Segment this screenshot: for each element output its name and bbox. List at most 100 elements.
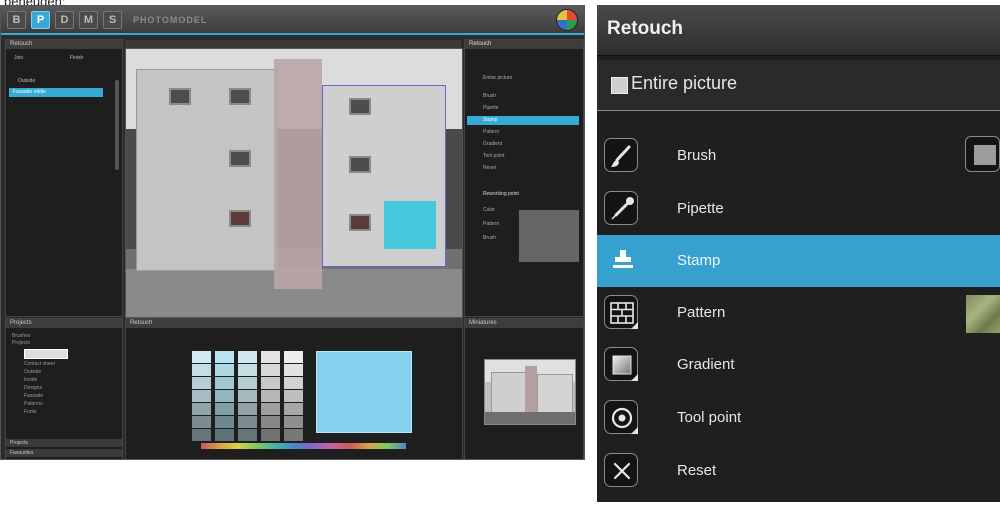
project-item[interactable]: Inside [24,377,37,383]
pattern-preview-thumbnail[interactable] [966,295,1000,333]
app-tool-pattern[interactable]: Pattern [467,128,579,137]
option-join[interactable]: Join [14,55,23,61]
mode-button-s[interactable]: S [103,11,122,29]
layer-selected[interactable]: Fassade eddie [9,88,103,97]
color-swatch[interactable] [284,364,303,376]
window [349,214,371,231]
color-swatch[interactable] [261,390,280,402]
color-swatch[interactable] [192,377,211,389]
color-swatch[interactable] [238,377,257,389]
window [229,88,251,105]
color-swatch[interactable] [192,429,211,441]
color-swatch[interactable] [238,364,257,376]
color-swatch[interactable] [215,403,234,415]
color-swatch[interactable] [284,429,303,441]
color-swatch[interactable] [284,403,303,415]
color-swatch[interactable] [284,377,303,389]
color-swatch[interactable] [261,364,280,376]
project-item[interactable]: Fonts [24,409,37,415]
app-tool-pipette[interactable]: Pipette [467,104,579,113]
color-swatch[interactable] [215,429,234,441]
tool-label: Tool point [677,409,742,426]
project-item[interactable]: Outside [24,369,41,375]
projects-bar[interactable]: Projects [6,439,122,447]
color-swatch[interactable] [215,416,234,428]
app-option-color[interactable]: Color [467,206,517,215]
color-swatch[interactable] [284,390,303,402]
entire-picture-label: Entire picture [631,73,738,93]
project-item[interactable]: Patterns [24,401,43,407]
color-swatch[interactable] [238,351,257,363]
color-swatch[interactable] [238,403,257,415]
color-swatch[interactable] [192,364,211,376]
tool-point[interactable]: Tool point [597,392,1000,444]
window [349,156,371,173]
tool-label: Brush [677,147,717,164]
color-swatch[interactable] [215,364,234,376]
stamp-selection[interactable] [384,201,436,249]
color-swatch[interactable] [215,390,234,402]
app-tool-reset[interactable]: Reset [467,164,579,173]
project-selected-chip[interactable] [24,349,68,359]
window [169,88,191,105]
color-strip[interactable] [201,443,406,449]
miniature-photo[interactable] [484,359,576,425]
retouch-header: Retouch [597,5,1000,56]
tool-pattern[interactable]: Pattern [597,287,1000,339]
entire-picture-option[interactable]: Entire picture [597,60,1000,111]
layer-outside[interactable]: Outside [18,78,35,84]
projects-panel: Projects Brushes Projects Contact sheet … [5,318,123,459]
color-swatch[interactable] [238,390,257,402]
color-swatch[interactable] [192,403,211,415]
window [349,98,371,115]
color-swatch[interactable] [192,351,211,363]
entire-picture-checkbox[interactable] [611,77,628,94]
tool-brush[interactable]: Brush [597,130,1000,182]
project-item[interactable]: Brushes [12,333,30,339]
color-swatch[interactable] [261,377,280,389]
photo-canvas[interactable] [125,48,463,318]
color-swatch[interactable] [261,429,280,441]
color-panel-title: Retouch [126,319,462,328]
color-swatch[interactable] [261,403,280,415]
mode-button-m[interactable]: M [79,11,98,29]
app-tool-gradient[interactable]: Gradient [467,140,579,149]
option-finish[interactable]: Finish [70,55,83,61]
color-swatch[interactable] [261,416,280,428]
color-swatch[interactable] [238,429,257,441]
app-option-brush[interactable]: Brush [467,234,517,243]
brush-color-preview[interactable] [965,136,1000,172]
color-swatch[interactable] [261,351,280,363]
favourites-bar[interactable]: Favourites [6,449,122,457]
project-item[interactable]: Designs [24,385,42,391]
app-tool-point[interactable]: Tool point [467,152,579,161]
mode-button-p[interactable]: P [31,11,50,29]
color-swatch[interactable] [284,351,303,363]
window [229,150,251,167]
tool-reset[interactable]: Reset [597,445,1000,497]
window [229,210,251,227]
mode-button-d[interactable]: D [55,11,74,29]
project-item[interactable]: Projects [12,340,30,346]
color-swatch[interactable] [192,416,211,428]
miniature-panel: Miniatures [464,318,584,459]
app-tool-brush[interactable]: Brush [467,92,579,101]
tool-pipette[interactable]: Pipette [597,183,1000,235]
color-swatch[interactable] [215,351,234,363]
project-item[interactable]: Fassade [24,393,43,399]
color-swatch[interactable] [192,390,211,402]
color-swatch[interactable] [215,377,234,389]
tool-gradient[interactable]: Gradient [597,339,1000,391]
tool-label: Reset [677,462,717,479]
mode-button-b[interactable]: B [7,11,26,29]
color-swatch[interactable] [238,416,257,428]
selected-color-swatch[interactable] [316,351,412,433]
project-item[interactable]: Contact sheet [24,361,55,367]
layers-scrollbar[interactable] [115,80,119,170]
tool-stamp[interactable]: Stamp [597,235,1000,287]
app-entire-picture[interactable]: Entire picture [467,74,579,83]
app-tool-stamp[interactable]: Stamp [467,116,579,125]
app-option-pattern[interactable]: Pattern [467,220,517,229]
color-swatch[interactable] [284,416,303,428]
app-logo-icon [556,9,578,31]
